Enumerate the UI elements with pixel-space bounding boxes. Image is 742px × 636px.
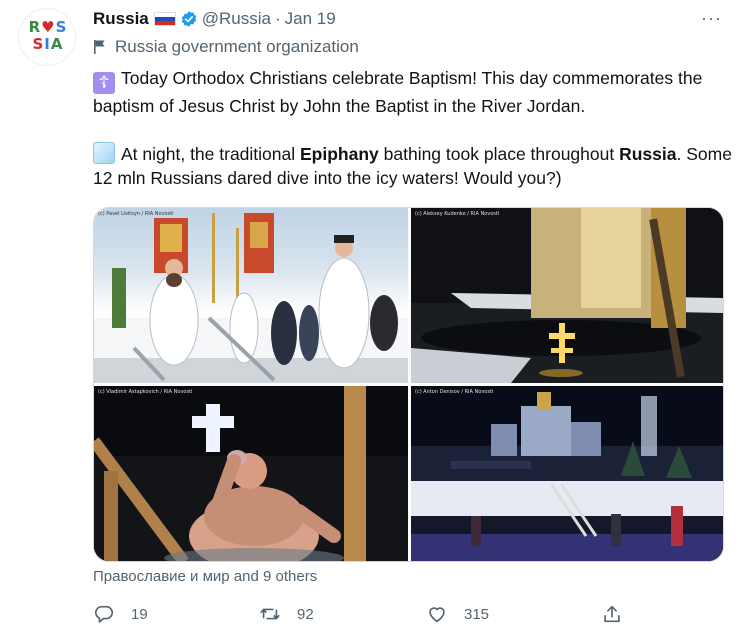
avatar[interactable]: R♥S SIA (18, 8, 76, 66)
more-options-icon[interactable]: ··· (701, 8, 722, 29)
retweet-count: 92 (297, 605, 314, 623)
tweet-date[interactable]: Jan 19 (285, 9, 336, 29)
procession-illustration (94, 213, 408, 383)
verified-badge-icon (181, 11, 197, 27)
photo-cross-water[interactable]: (c) Aleksey Kudenko / RIA Novosti (411, 208, 723, 383)
paragraph-2-text-b: bathing took place throughout (378, 144, 620, 164)
orthodox-cross-emoji-icon: ☦ (93, 72, 115, 94)
like-button[interactable]: 315 (426, 603, 489, 625)
photo-procession[interactable]: (c) Pavel Lisitsyn / RIA Novosti (94, 208, 408, 383)
photo-credit-1: (c) Pavel Lisitsyn / RIA Novosti (98, 211, 174, 217)
tweet-text: ☦ Today Orthodox Christians celebrate Bap… (93, 66, 733, 190)
paragraph-1: ☦ Today Orthodox Christians celebrate Bap… (93, 66, 733, 118)
paragraph-2-text-a: At night, the traditional (121, 144, 300, 164)
flag-icon (94, 40, 105, 54)
photo-bather[interactable]: (c) Vladimir Astapkovich / RIA Novosti (94, 386, 408, 561)
share-icon (604, 605, 620, 623)
ice-cube-emoji-icon (93, 142, 115, 164)
separator-dot: · (274, 9, 281, 28)
reply-icon (94, 605, 114, 623)
heart-icon (429, 607, 445, 623)
photo-credit-3: (c) Vladimir Astapkovich / RIA Novosti (98, 389, 193, 395)
like-count: 315 (464, 605, 490, 623)
action-bar: 19 92 315 (93, 603, 633, 629)
share-button[interactable] (601, 603, 623, 625)
liked-by-text[interactable]: Православие и мир and 9 others (93, 568, 317, 585)
display-name[interactable]: Russia (93, 9, 149, 29)
tweet: R♥S SIA Russia @Russia · Jan 19 ··· Russ… (0, 0, 742, 636)
retweet-button[interactable]: 92 (259, 603, 314, 625)
night-monastery-illustration (411, 386, 723, 561)
epiphany-bold: Epiphany (300, 144, 379, 164)
cross-water-illustration (411, 208, 723, 383)
reply-count: 19 (131, 605, 148, 623)
paragraph-1-text: Today Orthodox Christians celebrate Bapt… (93, 68, 703, 116)
paragraph-spacer (93, 118, 733, 142)
bather-illustration (94, 386, 408, 561)
avatar-logo: R♥S SIA (28, 18, 68, 53)
user-handle[interactable]: @Russia (202, 9, 271, 29)
photo-grid: (c) Pavel Lisitsyn / RIA Novosti (c) Ale… (93, 207, 724, 562)
photo-credit-2: (c) Aleksey Kudenko / RIA Novosti (415, 211, 500, 217)
retweet-icon (260, 608, 280, 620)
russia-flag-icon (153, 12, 176, 26)
reply-button[interactable]: 19 (93, 603, 148, 625)
russia-bold: Russia (619, 144, 677, 164)
photo-night-monastery[interactable]: (c) Anton Denisov / RIA Novosti (411, 386, 723, 561)
photo-credit-4: (c) Anton Denisov / RIA Novosti (415, 389, 494, 395)
paragraph-2: At night, the traditional Epiphany bathi… (93, 142, 733, 190)
government-label: Russia government organization (93, 37, 359, 57)
government-label-text: Russia government organization (115, 37, 359, 56)
tweet-header: Russia @Russia · Jan 19 (93, 7, 336, 31)
